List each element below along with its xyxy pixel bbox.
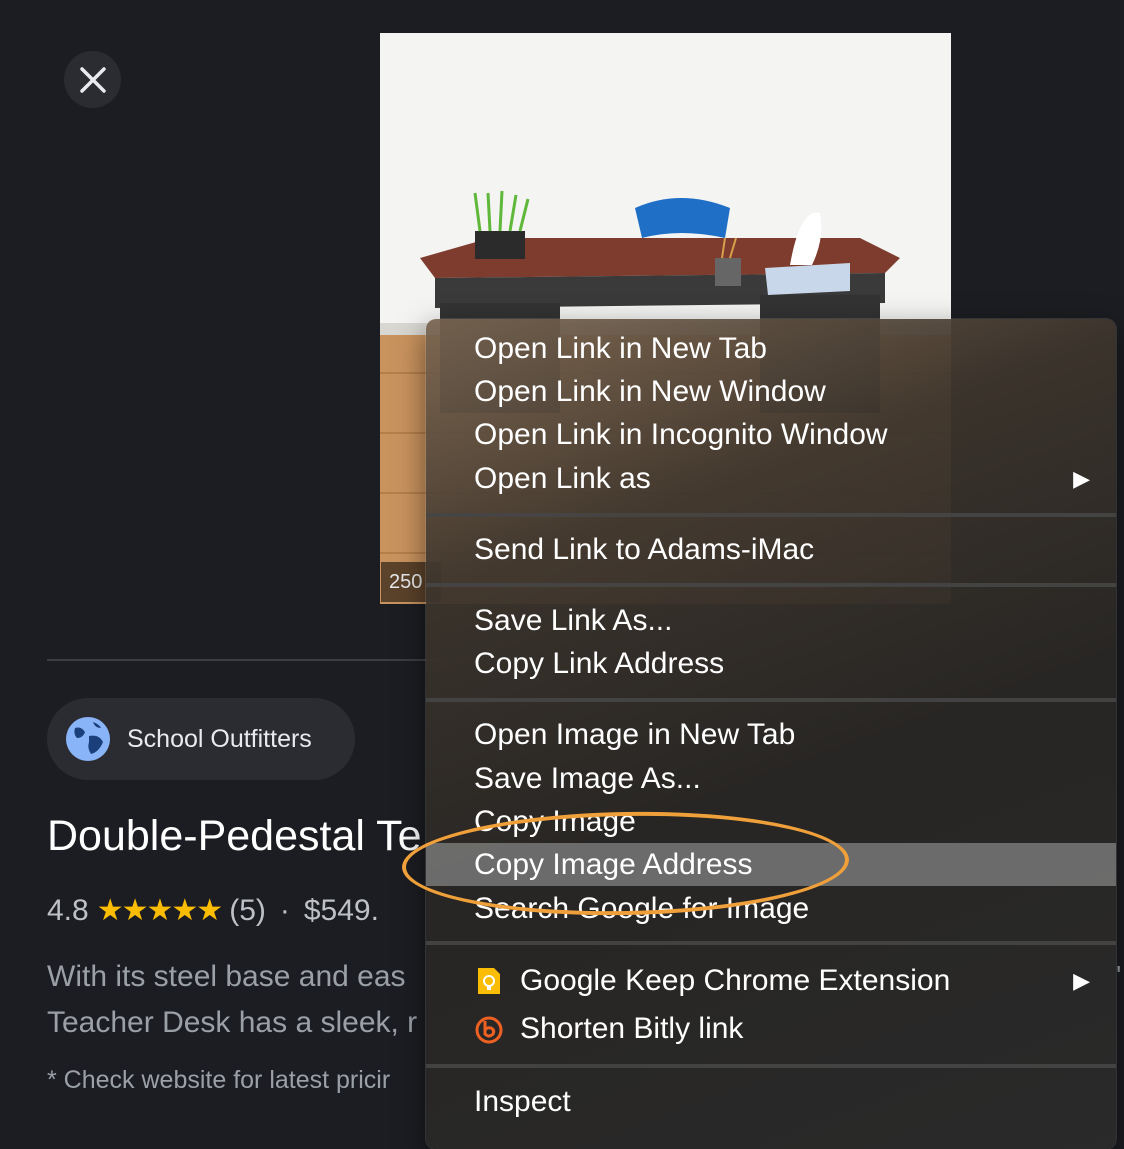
menu-item-label: Open Link as	[474, 461, 651, 495]
menu-item-label: Open Image in New Tab	[474, 717, 796, 751]
star-rating-icon: ★★★★★	[96, 894, 223, 927]
edge-glyph: '	[1116, 960, 1122, 991]
menu-item-label: Send Link to Adams-iMac	[474, 532, 815, 566]
menu-item-open-link-incognito[interactable]: Open Link in Incognito Window	[426, 413, 1116, 456]
menu-item-label: Inspect	[474, 1084, 571, 1118]
menu-item-label: Google Keep Chrome Extension	[520, 963, 951, 997]
menu-item-label: Open Link in New Window	[474, 374, 826, 408]
menu-item-label: Copy Image	[474, 804, 636, 838]
menu-separator	[426, 513, 1116, 517]
separator-dot: ·	[279, 893, 290, 927]
product-title: Double-Pedestal Te	[47, 812, 422, 860]
menu-item-label: Save Image As...	[474, 761, 701, 795]
description-line: With its steel base and eas	[47, 960, 406, 993]
close-button[interactable]	[64, 51, 121, 108]
menu-separator	[426, 698, 1116, 702]
menu-item-send-link-to-device[interactable]: Send Link to Adams-iMac	[426, 528, 1116, 571]
menu-item-open-image-new-tab[interactable]: Open Image in New Tab	[426, 713, 1116, 756]
menu-item-open-link-as[interactable]: Open Link as ▶	[426, 457, 1116, 500]
source-website-chip[interactable]: School Outfitters	[47, 698, 355, 780]
globe-icon	[66, 717, 110, 761]
menu-item-shorten-bitly-link[interactable]: Shorten Bitly link	[426, 1007, 1116, 1050]
keep-icon	[474, 966, 504, 996]
source-name: School Outfitters	[127, 724, 312, 753]
product-price: $549.	[303, 893, 379, 927]
menu-item-label: Open Link in Incognito Window	[474, 417, 888, 451]
menu-item-inspect[interactable]: Inspect	[426, 1080, 1116, 1123]
menu-item-save-image-as[interactable]: Save Image As...	[426, 757, 1116, 800]
menu-item-label: Copy Image Address	[474, 847, 753, 881]
menu-item-open-link-new-window[interactable]: Open Link in New Window	[426, 370, 1116, 413]
menu-item-label: Shorten Bitly link	[520, 1011, 744, 1045]
menu-item-label: Open Link in New Tab	[474, 331, 767, 365]
menu-separator	[426, 941, 1116, 945]
menu-item-copy-image[interactable]: Copy Image	[426, 800, 1116, 843]
menu-item-copy-image-address[interactable]: Copy Image Address	[426, 843, 1116, 886]
description-line: Teacher Desk has a sleek, r	[47, 1006, 418, 1039]
close-icon	[79, 66, 106, 93]
menu-separator	[426, 583, 1116, 587]
menu-item-label: Search Google for Image	[474, 891, 810, 925]
menu-item-label: Copy Link Address	[474, 646, 725, 680]
bitly-icon	[474, 1014, 504, 1044]
menu-item-google-keep-extension[interactable]: Google Keep Chrome Extension ▶	[426, 959, 1116, 1002]
rating-value: 4.8	[47, 893, 89, 927]
divider	[47, 659, 447, 661]
submenu-arrow-icon: ▶	[1073, 465, 1090, 491]
context-menu: Open Link in New Tab Open Link in New Wi…	[426, 319, 1116, 1149]
review-count: (5)	[229, 893, 266, 927]
product-rating-row: 4.8 ★★★★★ (5) · $549.	[47, 893, 379, 928]
menu-item-label: Save Link As...	[474, 603, 673, 637]
menu-separator	[426, 1064, 1116, 1068]
menu-item-save-link-as[interactable]: Save Link As...	[426, 599, 1116, 642]
menu-item-open-link-new-tab[interactable]: Open Link in New Tab	[426, 327, 1116, 370]
menu-item-copy-link-address[interactable]: Copy Link Address	[426, 642, 1116, 685]
menu-item-search-google-for-image[interactable]: Search Google for Image	[426, 887, 1116, 930]
pricing-disclaimer: * Check website for latest pricir	[47, 1066, 391, 1094]
submenu-arrow-icon: ▶	[1073, 967, 1090, 993]
product-description: With its steel base and eas Teacher Desk…	[47, 954, 417, 1046]
